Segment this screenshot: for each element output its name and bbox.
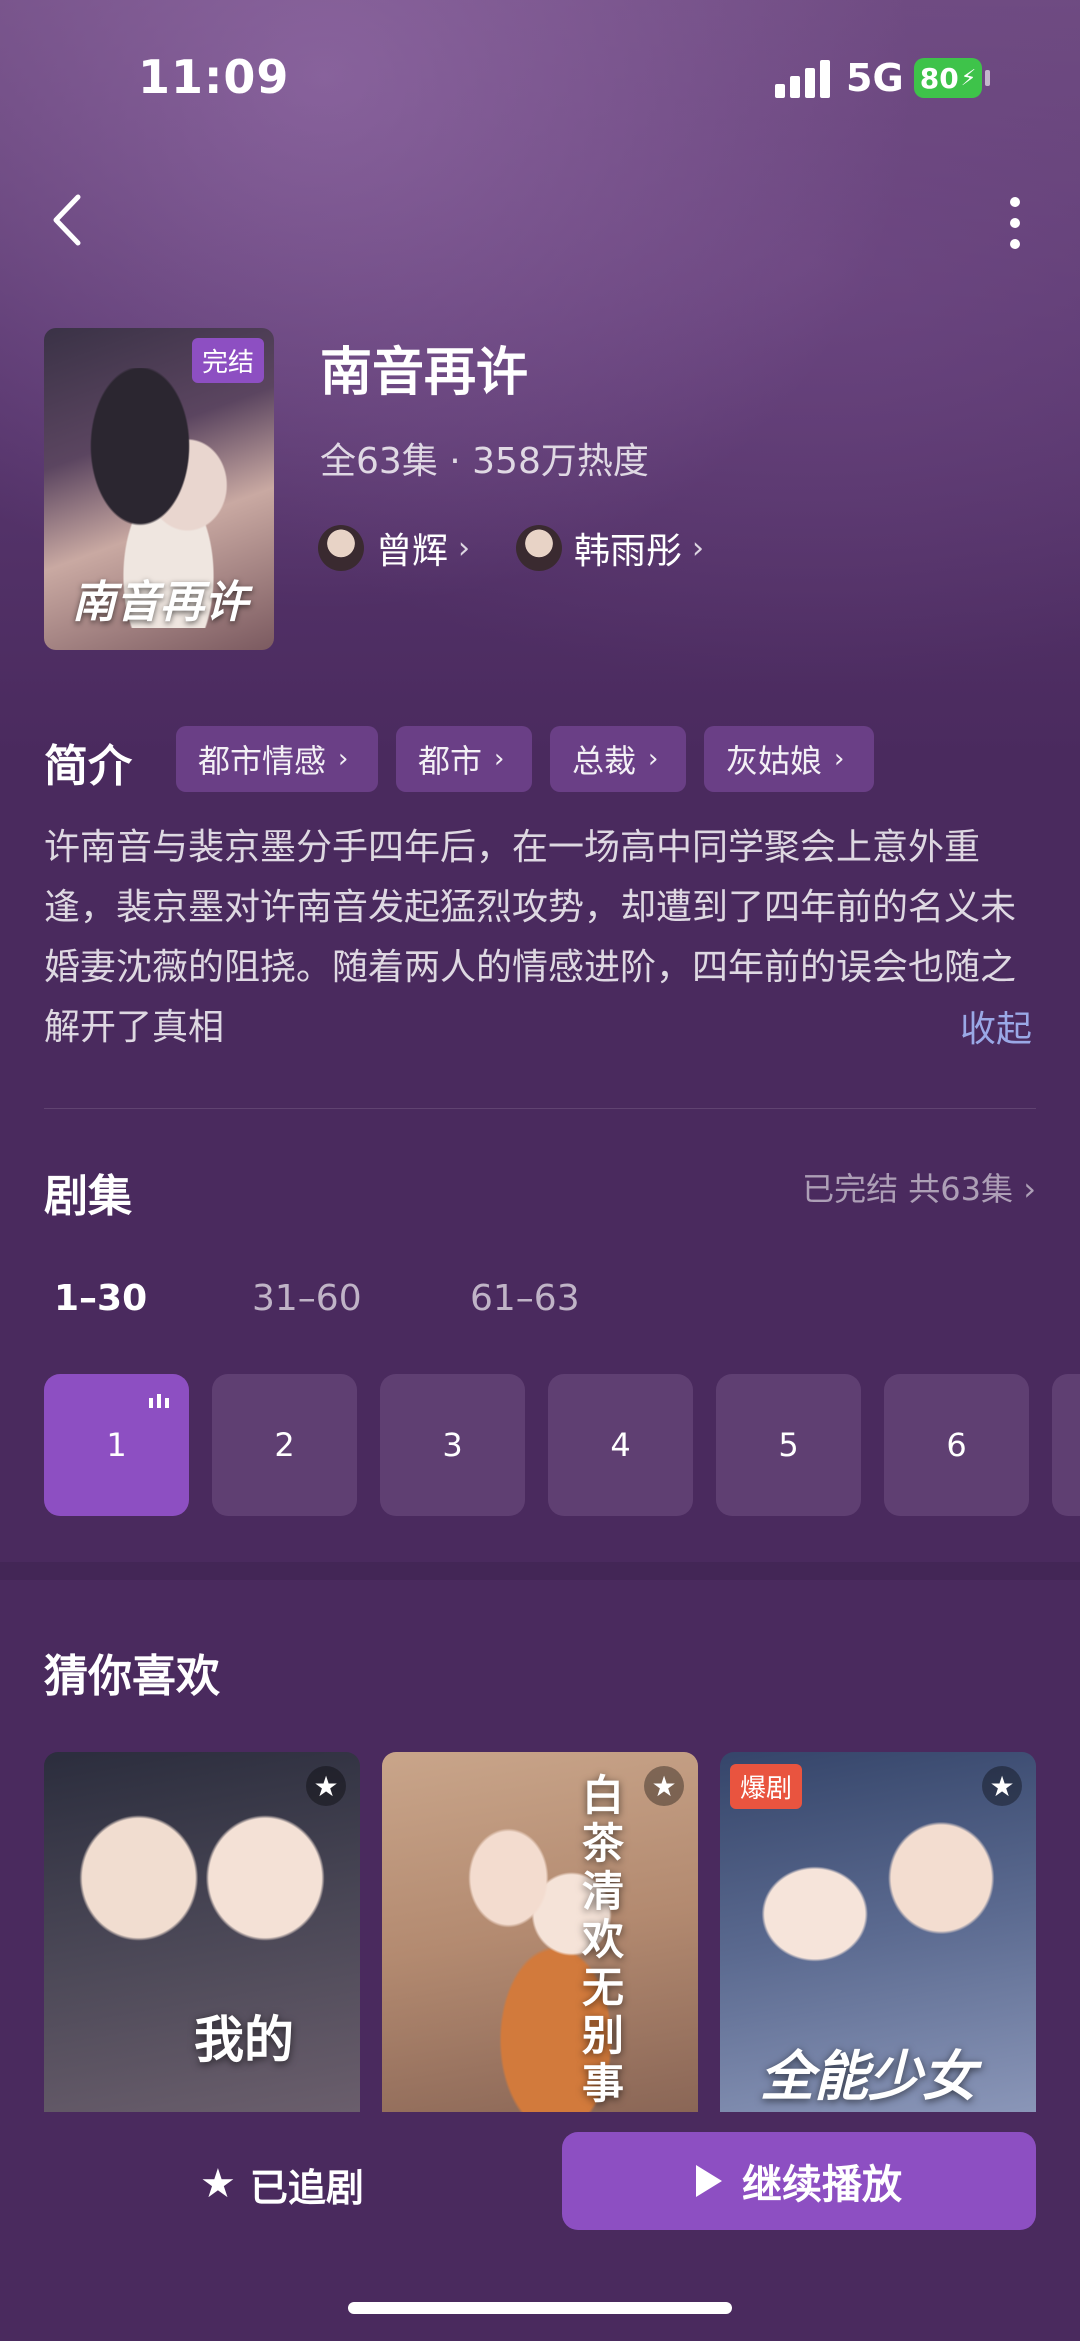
episode-number: 2: [274, 1426, 295, 1464]
recommend-card[interactable]: ★ 我的: [44, 1752, 360, 2112]
star-icon: ★: [200, 2161, 236, 2207]
drama-poster: 完结 南音再许: [44, 328, 274, 650]
episode-number: 1: [106, 1426, 127, 1464]
tag-chip[interactable]: 总裁 ›: [550, 726, 686, 792]
range-tab-31-60[interactable]: 31–60: [252, 1278, 362, 1319]
episode-button[interactable]: 5: [716, 1374, 861, 1516]
battery-icon: 80 ⚡: [914, 58, 982, 98]
avatar: [318, 525, 364, 571]
episode-button[interactable]: 1: [44, 1374, 189, 1516]
recommend-title: 猜你喜欢: [44, 1651, 220, 1702]
chevron-right-icon: ›: [458, 530, 471, 566]
actor-link[interactable]: 曾辉 ›: [318, 520, 470, 576]
more-vertical-icon: [1010, 197, 1020, 249]
poster-title: 南音再许: [72, 577, 248, 628]
episode-number: 4: [610, 1426, 631, 1464]
episode-number: 6: [946, 1426, 967, 1464]
card-art-title: 全能少女: [760, 2044, 976, 2108]
chevron-right-icon: ›: [494, 744, 505, 774]
back-button[interactable]: [40, 185, 100, 255]
avatar: [516, 525, 562, 571]
signal-icon: [775, 60, 835, 98]
chevron-right-icon: ›: [338, 744, 349, 774]
tag-chip[interactable]: 都市情感 ›: [176, 726, 378, 792]
episode-button[interactable]: 6: [884, 1374, 1029, 1516]
tag-chip[interactable]: 灰姑娘 ›: [704, 726, 874, 792]
status-bar: 11:09 5G 80 ⚡: [0, 0, 1080, 150]
chevron-right-icon: ›: [834, 744, 845, 774]
range-tab-61-63[interactable]: 61–63: [470, 1278, 580, 1319]
episodes-status[interactable]: 已完结 共63集 ›: [802, 1164, 1036, 1210]
episode-button[interactable]: 2: [212, 1374, 357, 1516]
hot-badge: 爆剧: [730, 1764, 803, 1809]
tag-label: 灰姑娘: [726, 742, 823, 780]
chevron-right-icon: ›: [648, 744, 659, 774]
chevron-left-icon: [53, 194, 81, 246]
actor-name: 曾辉: [376, 531, 449, 572]
star-icon[interactable]: ★: [982, 1766, 1022, 1806]
continue-play-button[interactable]: 继续播放: [562, 2132, 1036, 2230]
follow-button[interactable]: ★ 已追剧: [200, 2152, 364, 2216]
play-label: 继续播放: [742, 2162, 902, 2208]
tag-chip[interactable]: 都市 ›: [396, 726, 532, 792]
completed-badge: 完结: [191, 338, 264, 383]
chevron-right-icon: ›: [692, 530, 705, 566]
card-art-title: 白茶清欢无别事: [582, 1771, 625, 2108]
episode-number: 3: [442, 1426, 463, 1464]
more-button[interactable]: [990, 190, 1040, 260]
episode-number: 5: [778, 1426, 799, 1464]
episode-button-partial[interactable]: [1052, 1374, 1080, 1516]
drama-meta: 全63集 · 358万热度: [320, 441, 649, 482]
tag-label: 都市: [418, 742, 483, 780]
follow-label: 已追剧: [249, 2165, 364, 2210]
card-art-title: 我的: [194, 2010, 294, 2069]
status-time: 11:09: [138, 50, 290, 104]
tag-label: 总裁: [572, 742, 637, 780]
network-label: 5G: [846, 56, 904, 100]
home-indicator[interactable]: [348, 2302, 732, 2314]
episodes-title: 剧集: [44, 1171, 132, 1222]
actor-link[interactable]: 韩雨彤 ›: [516, 520, 704, 576]
playing-icon: [149, 1392, 171, 1408]
drama-title: 南音再许: [320, 343, 529, 403]
recommend-card[interactable]: ★ 白茶清欢无别事: [382, 1752, 698, 2112]
recommend-card[interactable]: 爆剧 ★ 全能少女: [720, 1752, 1036, 2112]
divider: [44, 1108, 1036, 1109]
range-tab-1-30[interactable]: 1–30: [54, 1278, 147, 1319]
star-icon[interactable]: ★: [306, 1766, 346, 1806]
tag-label: 都市情感: [198, 742, 327, 780]
section-separator: [0, 1562, 1080, 1580]
drama-description: 许南音与裴京墨分手四年后，在一场高中同学聚会上意外重逢，裴京墨对许南音发起猛烈攻…: [44, 827, 1017, 1048]
episode-button[interactable]: 3: [380, 1374, 525, 1516]
battery-tip: [985, 70, 990, 86]
collapse-link[interactable]: 收起: [960, 1000, 1032, 1052]
play-icon: [696, 2165, 722, 2197]
actor-name: 韩雨彤: [574, 531, 683, 572]
intro-label: 简介: [44, 741, 132, 792]
episode-button[interactable]: 4: [548, 1374, 693, 1516]
